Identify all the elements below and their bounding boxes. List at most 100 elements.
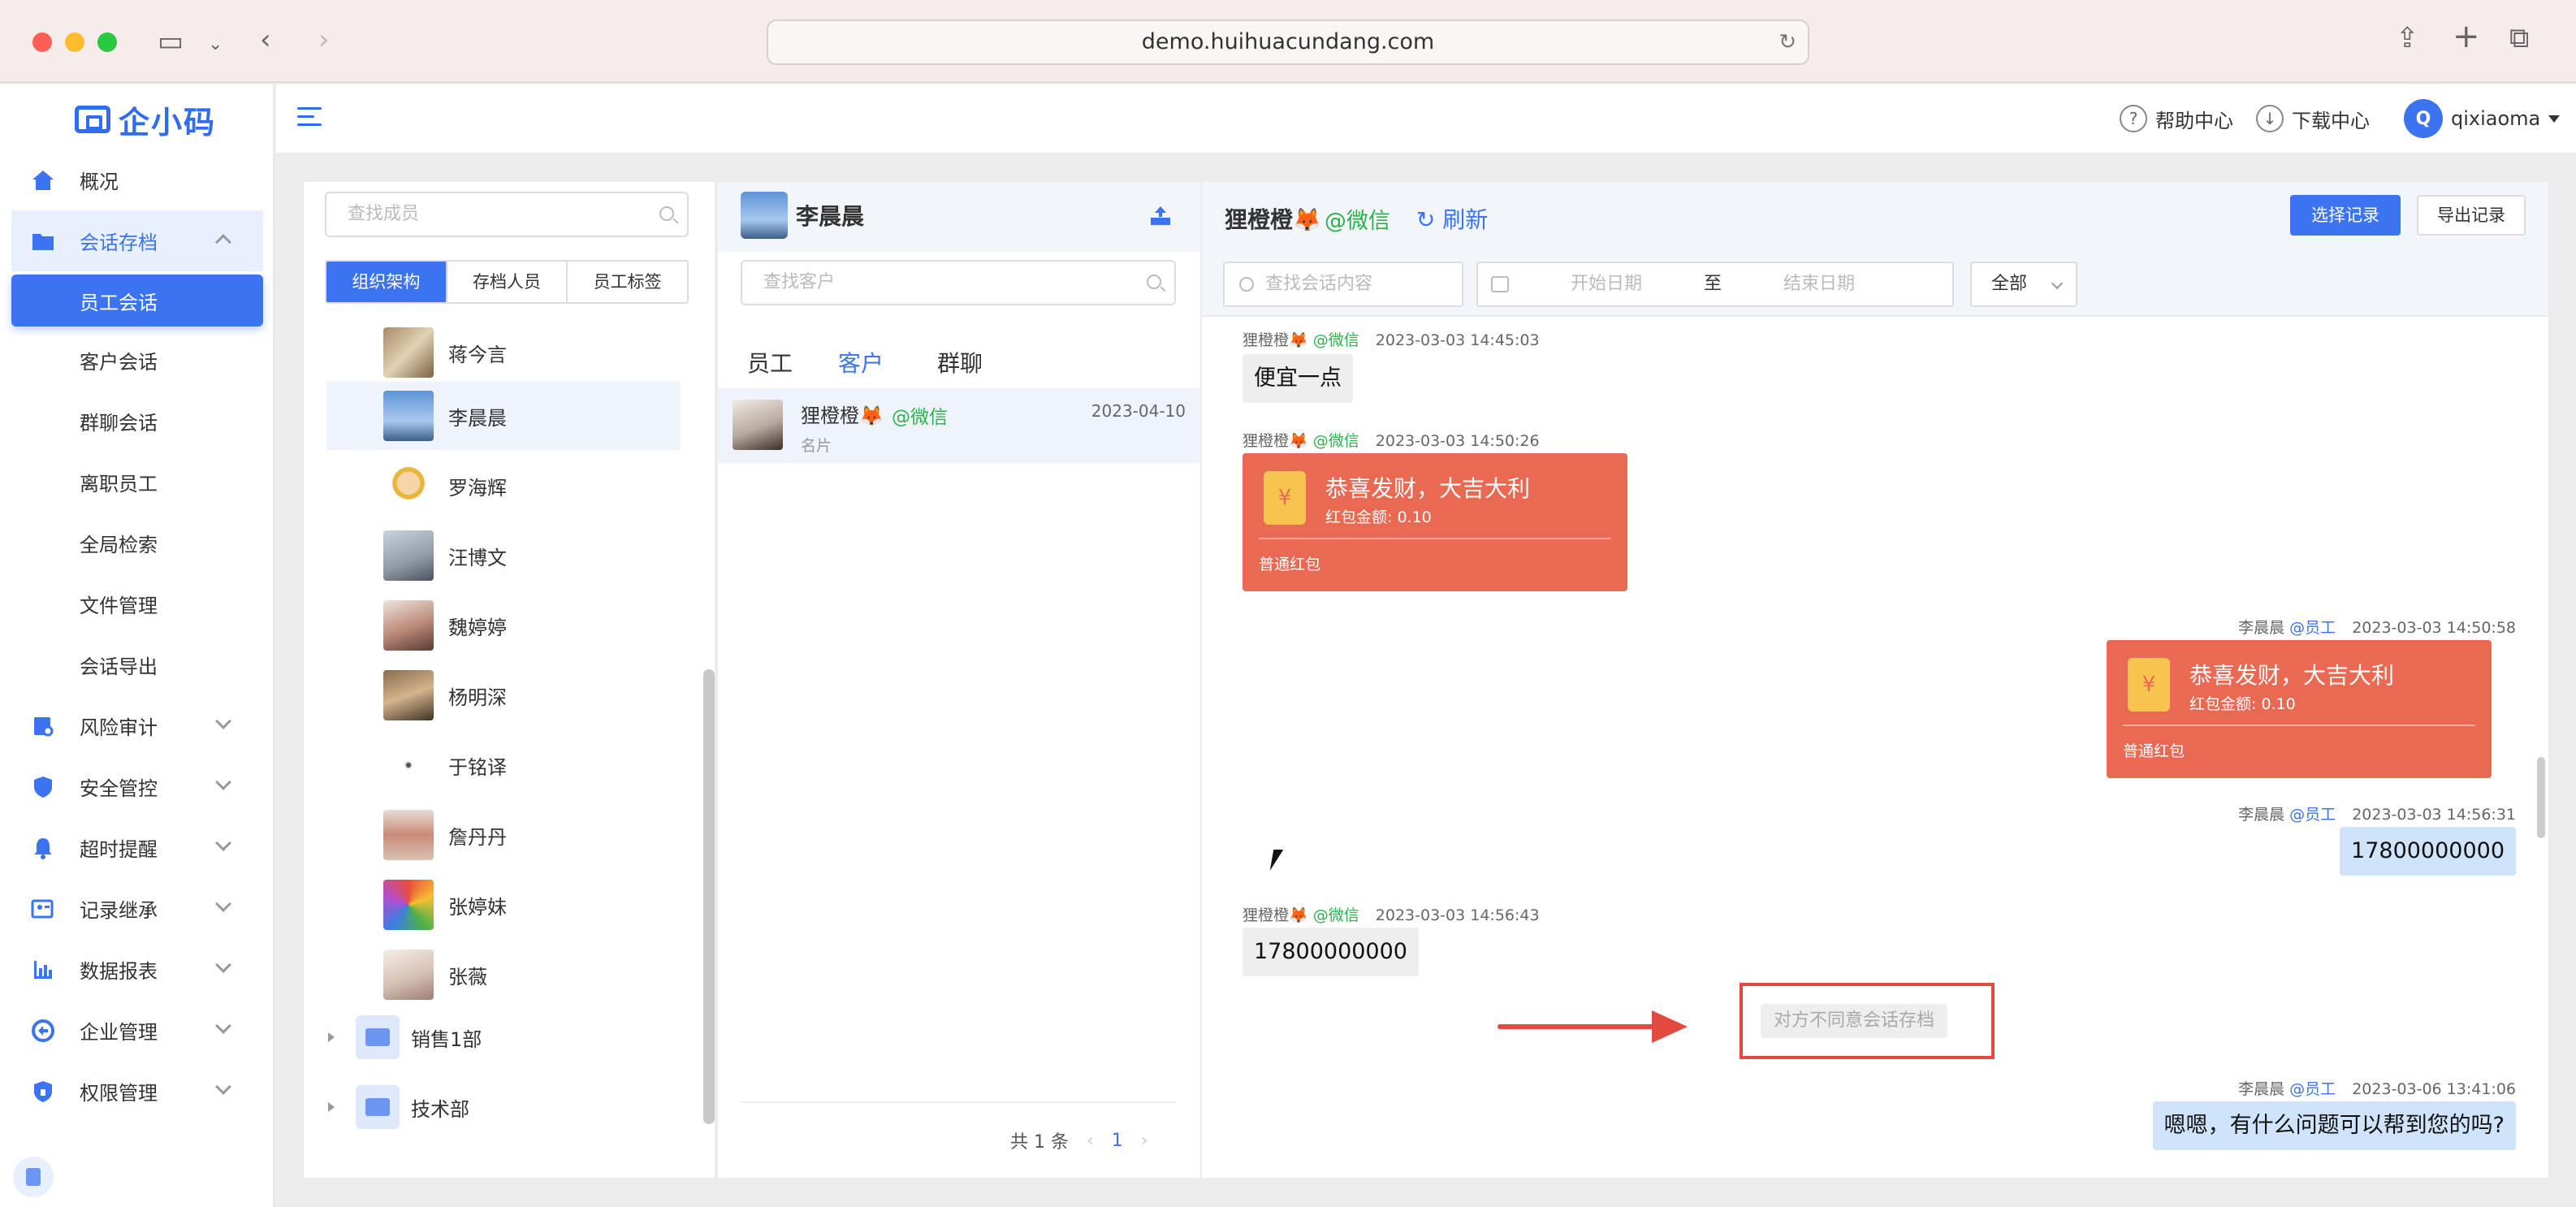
sidebar-item-enterprise[interactable]: 企业管理 <box>0 1000 274 1061</box>
next-page-icon[interactable]: › <box>1141 1131 1148 1151</box>
help-center-link[interactable]: ? 帮助中心 <box>2120 102 2233 135</box>
sidebar-item-risk-audit[interactable]: 风险审计 <box>0 695 274 756</box>
red-packet-title: 恭喜发财，大吉大利 <box>2189 662 2395 689</box>
member-tabs: 组织架构 存档人员 员工标签 <box>325 260 689 304</box>
maximize-window-button[interactable] <box>97 32 117 52</box>
member-item[interactable]: 蒋今言 <box>326 318 681 387</box>
sidebar-toggle-icon[interactable]: ▭ <box>158 28 184 55</box>
message-meta: 李晨晨 @员工 2023-03-03 14:56:31 <box>2238 803 2516 824</box>
message-list: 狸橙橙🦊 @微信 2023-03-03 14:45:03 便宜一点 狸橙橙🦊 @… <box>1202 318 2548 1178</box>
member-item[interactable]: 魏婷婷 <box>326 591 681 660</box>
message-time: 2023-03-03 14:50:26 <box>1375 432 1540 450</box>
chevron-down-icon[interactable]: ⌄ <box>208 31 223 58</box>
member-item[interactable]: 汪博文 <box>326 521 681 590</box>
red-packet-amount: 红包金额: 0.10 <box>1325 508 1432 526</box>
app-logo[interactable]: 企小码 <box>75 99 216 141</box>
message-bubble[interactable]: 17800000000 <box>2340 827 2516 876</box>
inherit-icon <box>29 895 57 923</box>
sidebar-item-label: 记录继承 <box>80 899 158 922</box>
sidebar-item-file-management[interactable]: 文件管理 <box>0 573 274 634</box>
close-window-button[interactable] <box>32 32 52 52</box>
dept-item-tech[interactable]: 技术部 <box>328 1079 469 1136</box>
caret-right-icon <box>328 1032 335 1042</box>
export-records-button[interactable]: 导出记录 <box>2417 195 2526 236</box>
sidebar: 企小码 概况 会话存档 员工会话 客户会话 群聊会话 离职员工 全局检索 文件管… <box>0 84 274 1207</box>
user-menu[interactable]: Q qixiaoma <box>2404 99 2561 138</box>
forward-icon[interactable]: › <box>318 26 330 54</box>
member-item[interactable]: 詹丹丹 <box>326 801 681 869</box>
sidebar-item-group-chat[interactable]: 群聊会话 <box>0 391 274 452</box>
audit-icon <box>29 712 57 740</box>
sidebar-item-security[interactable]: 安全管控 <box>0 756 274 817</box>
message-bubble[interactable]: 嗯嗯，有什么问题可以帮到您的吗? <box>2152 1101 2516 1150</box>
tab-groups[interactable]: 群聊 <box>937 346 983 379</box>
sidebar-item-permissions[interactable]: 权限管理 <box>0 1061 274 1122</box>
chat-scrollbar[interactable] <box>2537 757 2545 838</box>
home-icon <box>29 167 57 194</box>
address-bar[interactable]: demo.huihuacundang.com ↻ <box>767 19 1809 65</box>
share-icon[interactable]: ⇪ <box>2396 24 2419 52</box>
sidebar-item-resigned-staff[interactable]: 离职员工 <box>0 452 274 513</box>
download-center-link[interactable]: ↓ 下载中心 <box>2256 102 2370 135</box>
tab-archived-staff[interactable]: 存档人员 <box>447 262 568 302</box>
sidebar-item-overview[interactable]: 概况 <box>0 149 274 210</box>
select-records-button[interactable]: 选择记录 <box>2290 195 2401 236</box>
new-tab-icon[interactable]: + <box>2453 20 2480 53</box>
dept-item-sales1[interactable]: 销售1部 <box>328 1009 482 1066</box>
collapse-menu-icon[interactable] <box>297 107 322 128</box>
date-range-picker[interactable]: 开始日期 至 结束日期 <box>1476 262 1954 307</box>
red-packet-card[interactable]: ¥ 恭喜发财，大吉大利 红包金额: 0.10 普通红包 <box>1243 453 1627 591</box>
sidebar-item-timeout-reminder[interactable]: 超时提醒 <box>0 817 274 878</box>
prev-page-icon[interactable]: ‹ <box>1087 1131 1094 1151</box>
sidebar-item-record-inherit[interactable]: 记录继承 <box>0 878 274 939</box>
chat-panel: 狸橙橙🦊 @微信 ↻ 刷新 选择记录 导出记录 查找会话内容 开始日期 至 结束… <box>1202 182 2548 1178</box>
start-date-placeholder[interactable]: 开始日期 <box>1571 263 1642 305</box>
floating-doc-button[interactable] <box>13 1157 54 1197</box>
tab-org-structure[interactable]: 组织架构 <box>326 262 447 302</box>
refresh-button[interactable]: ↻ 刷新 <box>1416 202 1488 235</box>
member-item-selected[interactable]: 李晨晨 <box>326 382 681 450</box>
message-meta: 李晨晨 @员工 2023-03-03 14:50:58 <box>2238 616 2516 638</box>
sidebar-nav: 概况 会话存档 员工会话 客户会话 群聊会话 离职员工 全局检索 文件管理 会话… <box>0 149 274 1122</box>
member-name: 汪博文 <box>448 546 507 569</box>
sidebar-item-customer-chat[interactable]: 客户会话 <box>0 330 274 391</box>
customer-list-item[interactable]: 狸橙橙🦊 @微信 2023-04-10 名片 <box>718 388 1200 463</box>
tab-staff[interactable]: 员工 <box>747 346 793 379</box>
sidebar-item-archive[interactable]: 会话存档 <box>11 210 263 271</box>
customer-search-input[interactable]: 查找客户 <box>741 260 1176 305</box>
minimize-window-button[interactable] <box>65 32 84 52</box>
reload-icon[interactable]: ↻ <box>1779 21 1796 63</box>
sidebar-item-label: 全局检索 <box>80 534 158 556</box>
customer-date: 2023-04-10 <box>1091 401 1186 421</box>
customer-source: @微信 <box>892 407 948 428</box>
end-date-placeholder[interactable]: 结束日期 <box>1783 263 1855 305</box>
collapse-panel-icon[interactable] <box>1148 203 1173 227</box>
sender-name: 李晨晨 <box>2238 1080 2285 1098</box>
help-label: 帮助中心 <box>2155 109 2233 132</box>
sender-name: 李晨晨 <box>2238 806 2285 824</box>
message-bubble[interactable]: 17800000000 <box>1243 928 1419 976</box>
members-scrollbar[interactable] <box>703 669 715 1124</box>
page-number[interactable]: 1 <box>1112 1131 1123 1151</box>
member-item[interactable]: 于铭译 <box>326 731 681 799</box>
tab-staff-tags[interactable]: 员工标签 <box>568 262 687 302</box>
sidebar-item-chat-export[interactable]: 会话导出 <box>0 634 274 695</box>
message-type-select[interactable]: 全部 <box>1970 262 2077 307</box>
red-packet-card[interactable]: ¥ 恭喜发财，大吉大利 红包金额: 0.10 普通红包 <box>2107 640 2492 778</box>
tab-customers[interactable]: 客户 <box>838 346 884 379</box>
member-search-input[interactable]: 查找成员 <box>325 192 689 237</box>
member-item[interactable]: 张婷妹 <box>326 871 681 939</box>
back-icon[interactable]: ‹ <box>260 26 271 54</box>
member-item[interactable]: 杨明深 <box>326 661 681 729</box>
member-item[interactable]: 罗海辉 <box>326 452 681 520</box>
chat-content-search-input[interactable]: 查找会话内容 <box>1223 262 1463 307</box>
sidebar-item-global-search[interactable]: 全局检索 <box>0 513 274 573</box>
sender-tag: @员工 <box>2289 806 2336 824</box>
message-bubble[interactable]: 便宜一点 <box>1243 354 1353 403</box>
tabs-overview-icon[interactable]: ⧉ <box>2509 24 2529 52</box>
dept-name: 销售1部 <box>411 1027 482 1051</box>
sidebar-item-reports[interactable]: 数据报表 <box>0 939 274 1000</box>
search-placeholder: 查找会话内容 <box>1265 274 1373 294</box>
sidebar-item-staff-chat[interactable]: 员工会话 <box>11 275 263 327</box>
member-item[interactable]: 张薇 <box>326 941 681 1009</box>
